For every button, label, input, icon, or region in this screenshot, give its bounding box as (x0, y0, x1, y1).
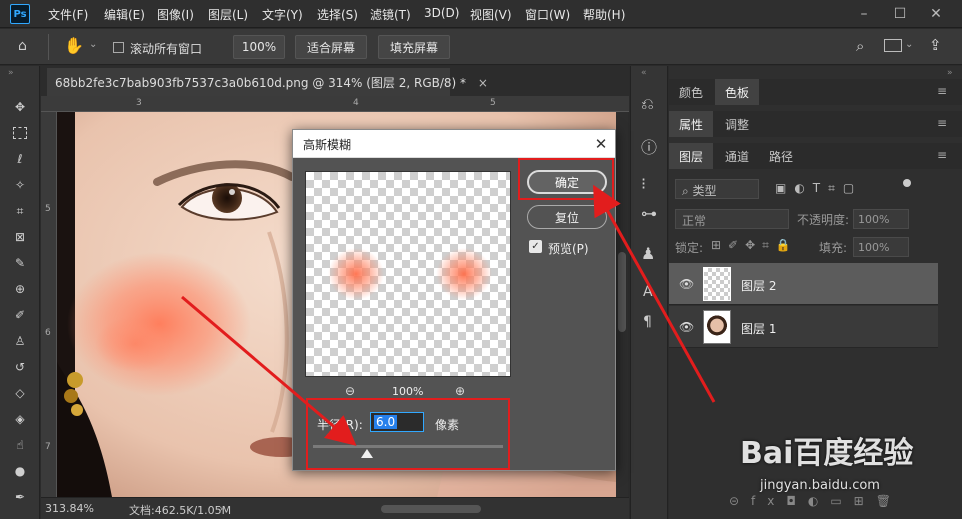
annotation-arrow-ok (593, 184, 716, 403)
watermark-url: jingyan.baidu.com (760, 478, 880, 493)
annotation-arrow-radius (181, 295, 357, 446)
watermark-brand: Bai百度经验 (740, 436, 914, 471)
